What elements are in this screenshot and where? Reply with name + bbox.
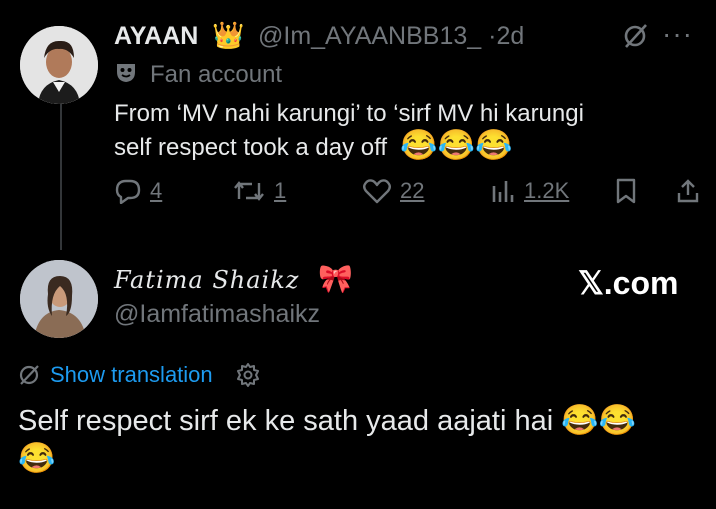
settings-icon[interactable]: [235, 362, 261, 388]
tweet-text-line1: From ‘MV nahi karungi’ to ‘sirf MV hi ka…: [114, 100, 584, 127]
show-translation-link[interactable]: Show translation: [50, 362, 213, 388]
views-count: 1.2K: [524, 178, 570, 203]
reply-emojis: 😂😂: [561, 404, 636, 437]
reply-count: 4: [150, 178, 163, 203]
share-button[interactable]: [676, 178, 700, 204]
tweet-text-line2-text: self respect took a day off: [114, 134, 388, 161]
reply-icon: [115, 179, 141, 204]
reply-author-name[interactable]: Fatima Shaikz: [114, 266, 299, 294]
show-translation[interactable]: Show translation: [18, 362, 261, 388]
translate-icon: [19, 365, 39, 385]
bow-emoji: 🎀: [318, 263, 353, 294]
author-name[interactable]: AYAAN: [114, 22, 198, 51]
views-button[interactable]: 1.2K: [490, 178, 569, 204]
avatar[interactable]: [20, 26, 98, 104]
repost-button[interactable]: 1: [232, 178, 286, 204]
bookmark-button[interactable]: [614, 178, 638, 204]
like-button[interactable]: 22: [362, 178, 424, 204]
reply-author-handle[interactable]: @Iamfatimashaikz: [114, 300, 320, 329]
tweet-emojis: 😂😂😂: [400, 129, 513, 162]
thread-line: [60, 98, 62, 250]
share-icon: [677, 179, 699, 203]
fan-account-label: Fan account: [150, 61, 283, 88]
reply-text-body: Self respect sirf ek ke sath yaad aajati…: [18, 405, 554, 437]
mask-icon: [114, 60, 138, 89]
author-handle[interactable]: @Im_AYAANBB13_ ·2d: [258, 22, 524, 51]
reply-emoji-next: 😂: [18, 442, 56, 475]
tweet-text-line2: self respect took a day off 😂😂😂: [114, 130, 584, 164]
repost-icon: [234, 181, 264, 201]
repost-count: 1: [274, 178, 287, 203]
handle-text[interactable]: @Im_AYAANBB13_: [258, 22, 481, 50]
reply-button[interactable]: 4: [114, 178, 162, 204]
views-icon: [492, 181, 514, 202]
like-icon: [363, 179, 391, 204]
tweet-text: From ‘MV nahi karungi’ to ‘sirf MV hi ka…: [114, 98, 584, 164]
reply-text: Self respect sirf ek ke sath yaad aajati…: [18, 402, 708, 478]
grok-icon[interactable]: [622, 22, 650, 55]
crown-emoji: 👑: [212, 20, 245, 50]
like-count: 22: [400, 178, 425, 203]
timestamp[interactable]: 2d: [496, 22, 524, 50]
bookmark-icon: [616, 178, 636, 204]
x-watermark: 𝕏.com: [578, 265, 679, 301]
reply-avatar[interactable]: [20, 260, 98, 338]
more-icon[interactable]: ···: [662, 18, 693, 50]
